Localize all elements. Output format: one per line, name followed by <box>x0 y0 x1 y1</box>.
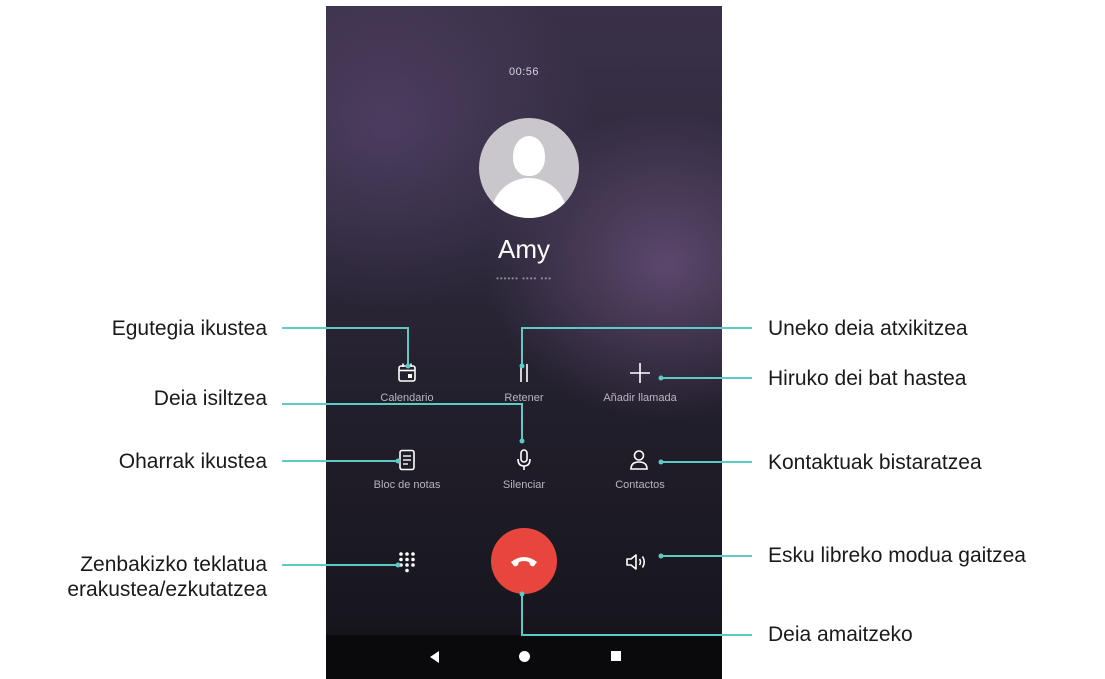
calendar-button[interactable]: Calendario <box>352 360 462 408</box>
speaker-icon <box>626 554 646 570</box>
dialpad-callout-line2: erakustea/ezkutatzea <box>67 578 267 601</box>
hold-button[interactable]: Retener <box>469 360 579 408</box>
dialpad-icon <box>399 552 415 573</box>
add-call-label: Añadir llamada <box>603 392 677 404</box>
mute-callout: Deia isiltzea <box>153 387 267 410</box>
plus-icon <box>630 363 650 383</box>
end-call-callout: Deia amaitzeko <box>768 623 913 646</box>
contacts-button[interactable]: Contactos <box>585 447 695 495</box>
avatar-head <box>513 136 545 176</box>
dialpad-callout: Zenbakizko teklatua erakustea/ezkutatzea <box>67 552 267 602</box>
dialpad-button[interactable] <box>392 547 422 577</box>
add-call-button[interactable]: Añadir llamada <box>585 360 695 408</box>
calendar-label: Calendario <box>380 392 434 404</box>
notes-button[interactable]: Bloc de notas <box>352 447 462 495</box>
caller-avatar <box>479 118 579 218</box>
back-nav-icon[interactable] <box>430 651 439 663</box>
pause-icon <box>520 364 528 382</box>
add-call-callout: Hiruko dei bat hastea <box>768 367 967 390</box>
home-nav-icon[interactable] <box>519 651 530 662</box>
phone-hangup-icon <box>511 557 537 567</box>
microphone-icon <box>517 449 531 470</box>
notes-icon <box>399 449 415 471</box>
hold-label: Retener <box>504 392 544 404</box>
calendar-callout: Egutegia ikustea <box>111 317 267 340</box>
calendar-icon <box>398 363 416 382</box>
caller-number: •••••• •••• ••• <box>496 274 552 283</box>
navigation-bar <box>326 635 722 679</box>
contacts-label: Contactos <box>615 479 665 491</box>
annotated-call-screen: 00:56 Amy •••••• •••• ••• Calendario Ret <box>0 0 1105 679</box>
speaker-callout: Esku libreko modua gaitzea <box>768 544 1026 567</box>
contacts-callout: Kontaktuak bistaratzea <box>768 451 982 474</box>
end-call-button[interactable] <box>491 528 557 594</box>
mute-button[interactable]: Silenciar <box>469 447 579 495</box>
call-timer: 00:56 <box>508 66 540 78</box>
caller-name: Amy <box>498 234 550 264</box>
avatar-body <box>491 178 567 218</box>
recents-nav-icon[interactable] <box>611 651 621 661</box>
notes-callout: Oharrak ikustea <box>118 450 267 473</box>
dialpad-callout-line1: Zenbakizko teklatua <box>80 553 267 576</box>
mute-label: Silenciar <box>502 479 546 491</box>
contacts-icon <box>630 450 648 470</box>
notes-label: Bloc de notas <box>373 479 441 491</box>
speaker-button[interactable] <box>622 547 652 577</box>
phone-screen: 00:56 Amy •••••• •••• ••• Calendario Ret <box>326 6 722 679</box>
hold-callout: Uneko deia atxikitzea <box>768 317 968 340</box>
